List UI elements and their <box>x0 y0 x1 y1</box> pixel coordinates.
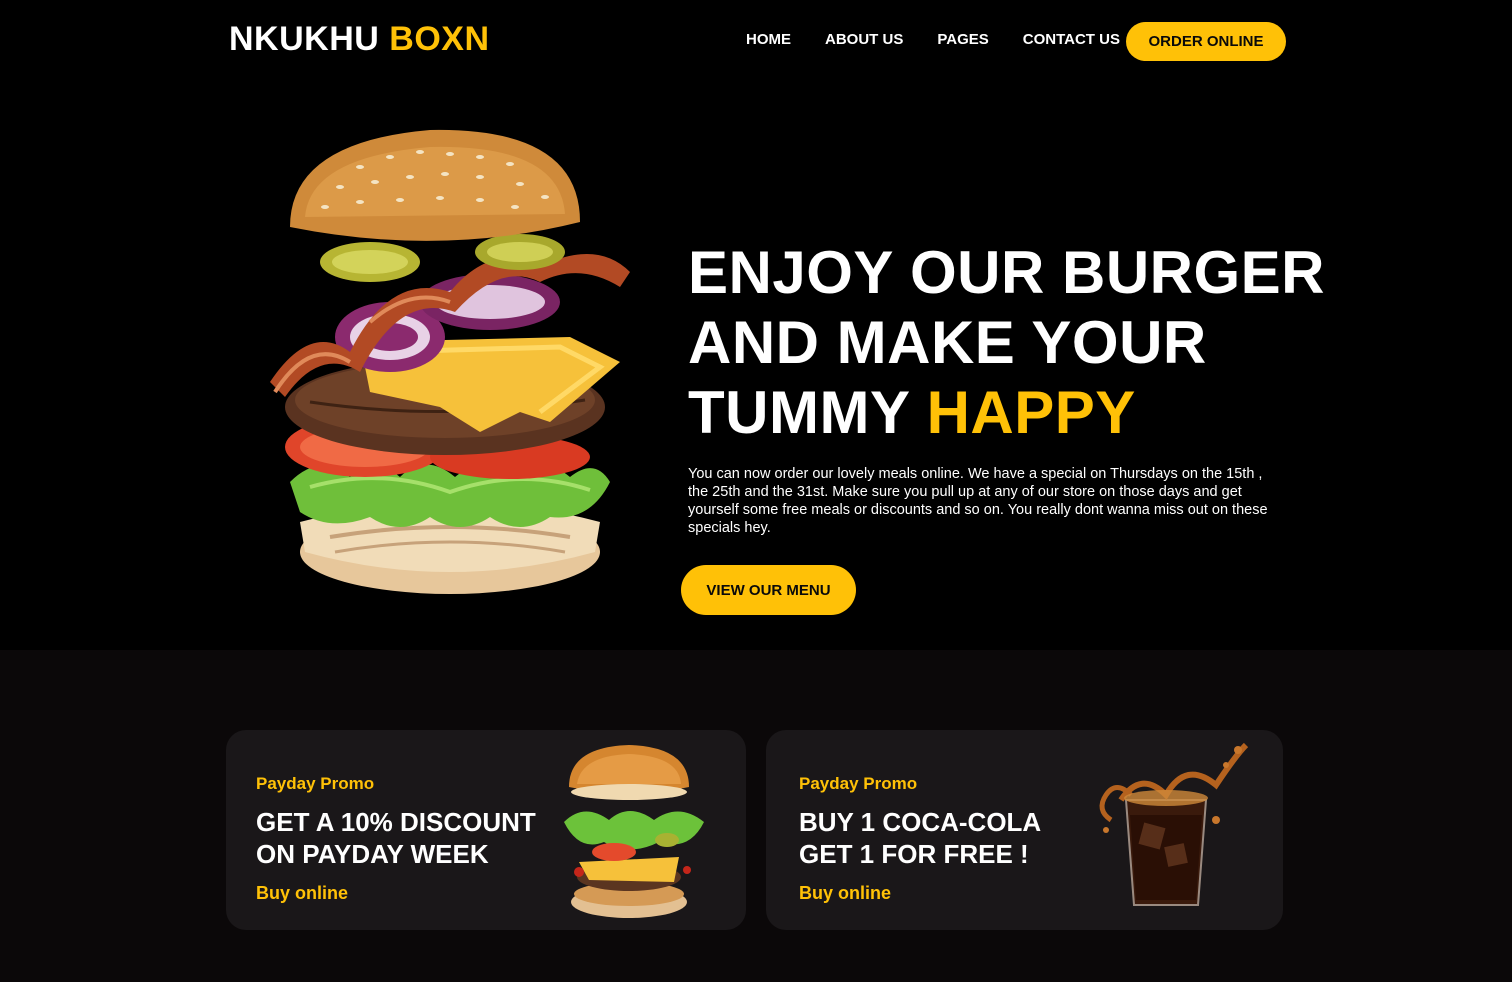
order-online-button[interactable]: ORDER ONLINE <box>1126 22 1286 61</box>
promo-eyebrow: Payday Promo <box>799 774 918 793</box>
brand-logo[interactable]: NKUKHU BOXN <box>229 20 490 59</box>
promo-title: GET A 10% DISCOUNT ON PAYDAY WEEK <box>256 806 556 870</box>
hero-section: ENJOY OUR BURGER AND MAKE YOUR TUMMY HAP… <box>0 80 1512 650</box>
hero-title-line3-white: TUMMY <box>688 379 910 446</box>
hero-title-line3-yellow: HAPPY <box>926 379 1136 446</box>
promos-section: Payday Promo GET A 10% DISCOUNT ON PAYDA… <box>0 650 1512 982</box>
brand-name-yellow: BOXN <box>389 20 490 58</box>
promo-card-coca-cola: Payday Promo BUY 1 COCA-COLA GET 1 FOR F… <box>766 730 1283 930</box>
view-menu-button[interactable]: VIEW OUR MENU <box>681 565 856 615</box>
promo-title-line1: GET A 10% DISCOUNT <box>256 807 536 837</box>
buy-online-link[interactable]: Buy online <box>256 883 348 904</box>
hero-title-line2: AND MAKE YOUR <box>688 309 1207 376</box>
site-header: NKUKHU BOXN HOME ABOUT US PAGES CONTACT … <box>0 0 1512 80</box>
brand-name-white: NKUKHU <box>229 20 380 58</box>
promo-title: BUY 1 COCA-COLA GET 1 FOR FREE ! <box>799 806 1099 870</box>
promo-title-line1: BUY 1 COCA-COLA <box>799 807 1042 837</box>
buy-online-link[interactable]: Buy online <box>799 883 891 904</box>
hero-description: You can now order our lovely meals onlin… <box>688 466 1268 536</box>
main-nav: HOME ABOUT US PAGES CONTACT US <box>746 31 1154 48</box>
hero-title: ENJOY OUR BURGER AND MAKE YOUR TUMMY HAP… <box>688 238 1388 448</box>
promo-title-line2: ON PAYDAY WEEK <box>256 839 489 869</box>
promo-title-line2: GET 1 FOR FREE ! <box>799 839 1029 869</box>
cola-glass-image <box>1086 740 1256 920</box>
nav-home[interactable]: HOME <box>746 31 791 48</box>
burger-image <box>250 122 640 597</box>
promo-card-discount: Payday Promo GET A 10% DISCOUNT ON PAYDA… <box>226 730 746 930</box>
promo-eyebrow: Payday Promo <box>256 774 375 793</box>
deconstructed-burger-image <box>549 742 719 922</box>
nav-pages[interactable]: PAGES <box>937 31 988 48</box>
nav-contact-us[interactable]: CONTACT US <box>1023 31 1120 48</box>
hero-title-line1: ENJOY OUR BURGER <box>688 239 1326 306</box>
nav-about-us[interactable]: ABOUT US <box>825 31 903 48</box>
